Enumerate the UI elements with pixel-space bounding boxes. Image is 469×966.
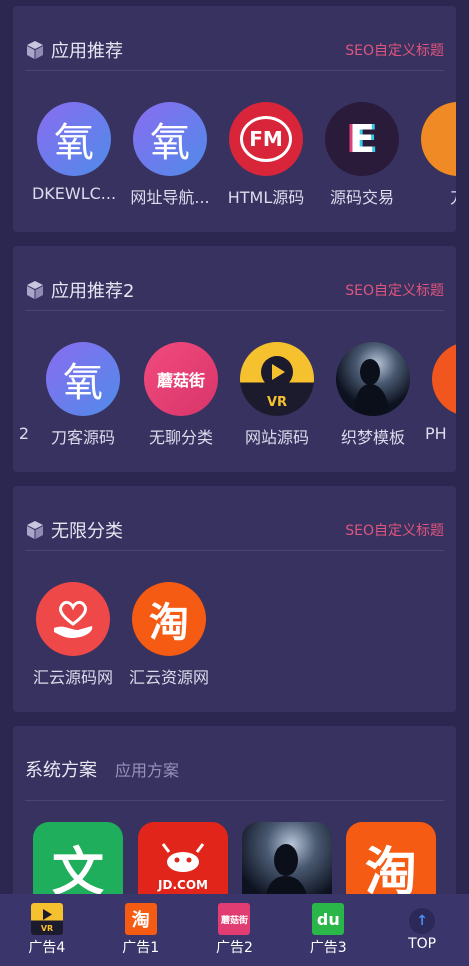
app-item[interactable]: 2 (13, 342, 29, 443)
section-title: 应用推荐2 (51, 281, 135, 302)
nav-label: 广告2 (216, 940, 253, 956)
seo-title-link[interactable]: SEO自定义标题 (345, 40, 444, 60)
seo-title-link[interactable]: SEO自定义标题 (345, 280, 444, 300)
glitch-logo-icon: E (325, 102, 399, 176)
oxygen-logo-icon: 氧 (133, 102, 207, 176)
du-logo-icon: du (312, 903, 345, 935)
app-item[interactable]: 氧 刀客源码 (35, 342, 131, 448)
cube-icon (27, 41, 43, 59)
app-label: 网址导航... (130, 188, 210, 207)
mogujie-logo-icon: 蘑菇街 (144, 342, 218, 416)
app-item[interactable]: 织梦模板 (325, 342, 421, 448)
arrow-up-icon: ↑ (409, 908, 436, 934)
app-label: PH (425, 424, 447, 443)
taobao-logo-icon: 淘 (132, 582, 206, 656)
app-label: 刀 (410, 184, 456, 208)
app-item[interactable]: VR 网站源码 (229, 342, 325, 448)
fm-headphones-icon: FM (229, 102, 303, 176)
section-header: 无限分类 SEO自定义标题 (25, 510, 444, 551)
app-label: 2 (18, 424, 29, 443)
app-label: 汇云资源网 (128, 668, 209, 687)
cube-icon (27, 281, 43, 299)
app-item[interactable]: 蘑菇街 无聊分类 (133, 342, 229, 448)
partial-app-icon (421, 102, 456, 176)
solution-tabs: 系统方案 应用方案 (25, 756, 179, 782)
app-item[interactable]: E 源码交易 (314, 102, 410, 208)
partial-app-icon (13, 342, 18, 416)
svg-text:VR: VR (41, 924, 53, 933)
app-label: DKEWLC... (31, 184, 117, 203)
silhouette-icon (336, 342, 410, 416)
app-label: 源码交易 (329, 188, 394, 207)
section-app-recommend-2: 应用推荐2 SEO自定义标题 2 氧 刀客源码 蘑菇街 无聊分类 VR 网站源码… (13, 246, 456, 472)
heart-hands-icon (36, 582, 110, 656)
app-item[interactable]: 氧 网址导航... (122, 102, 218, 208)
nav-ad1[interactable]: 淘 广告1 (106, 903, 176, 957)
section-title: 应用推荐 (51, 41, 123, 62)
nav-ad4[interactable]: VR 广告4 (12, 903, 82, 957)
nav-ad2[interactable]: 蘑菇街 广告2 (199, 903, 269, 957)
app-row: 2 氧 刀客源码 蘑菇街 无聊分类 VR 网站源码 织梦模板 PH (13, 342, 456, 462)
app-item[interactable]: FM HTML源码 (218, 102, 314, 208)
nav-label: 广告4 (28, 940, 66, 956)
nav-ad3[interactable]: du 广告3 (293, 903, 363, 957)
tab-app-solution[interactable]: 应用方案 (115, 757, 179, 781)
nav-label: TOP (408, 936, 437, 952)
nav-label: 广告1 (122, 940, 160, 956)
section-header: 应用推荐2 SEO自定义标题 (25, 270, 444, 311)
cube-icon (27, 521, 43, 539)
app-label: HTML源码 (227, 188, 305, 207)
section-header: 应用推荐 SEO自定义标题 (25, 30, 444, 71)
app-item[interactable]: 汇云源码网 (25, 582, 121, 688)
vr-play-icon: VR (30, 903, 63, 935)
section-title: 无限分类 (51, 521, 123, 542)
app-label: 汇云源码网 (32, 668, 113, 687)
app-item[interactable]: 氧 DKEWLC... (26, 102, 122, 203)
nav-top[interactable]: ↑ TOP (387, 908, 457, 952)
svg-text:VR: VR (267, 395, 287, 410)
vr-play-icon: VR (240, 342, 314, 416)
partial-app-icon (432, 342, 456, 416)
tab-system-solution[interactable]: 系统方案 (25, 756, 97, 782)
app-label: 无聊分类 (148, 428, 213, 447)
seo-title-link[interactable]: SEO自定义标题 (345, 520, 444, 540)
app-item[interactable]: 刀 (410, 102, 456, 208)
mogujie-logo-icon: 蘑菇街 (218, 903, 251, 935)
app-label: 刀客源码 (50, 428, 115, 447)
taobao-logo-icon: 淘 (124, 903, 157, 935)
app-item[interactable]: PH (421, 342, 456, 443)
tabs-divider (25, 800, 444, 801)
section-unlimited-category: 无限分类 SEO自定义标题 汇云源码网 淘 汇云资源网 (13, 486, 456, 712)
app-label: 网站源码 (244, 428, 309, 447)
app-item[interactable]: 淘 汇云资源网 (121, 582, 217, 688)
app-label: 织梦模板 (340, 428, 405, 447)
app-row: 氧 DKEWLC... 氧 网址导航... FM HTML源码 E 源码交易 刀 (13, 102, 456, 222)
nav-label: 广告3 (309, 940, 347, 956)
section-app-recommend: 应用推荐 SEO自定义标题 氧 DKEWLC... 氧 网址导航... FM H… (13, 6, 456, 232)
oxygen-logo-icon: 氧 (46, 342, 120, 416)
oxygen-logo-icon: 氧 (37, 102, 111, 176)
app-row: 汇云源码网 淘 汇云资源网 (13, 582, 456, 702)
bottom-nav: VR 广告4 淘 广告1 蘑菇街 广告2 du 广告3 ↑ TOP (0, 894, 469, 966)
